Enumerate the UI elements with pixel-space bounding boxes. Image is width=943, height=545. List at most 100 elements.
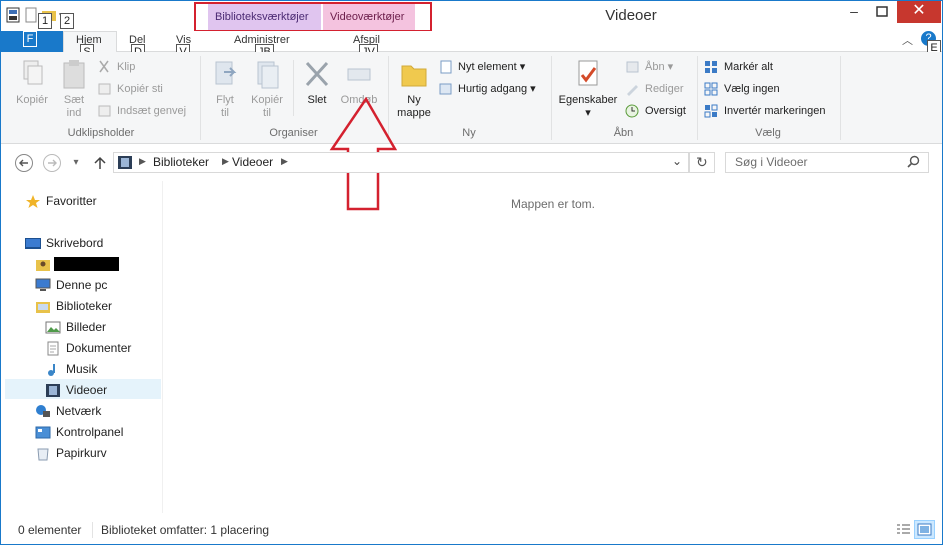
- paste-label-1: Sæt: [63, 94, 85, 106]
- select-none-button[interactable]: Vælg ingen: [704, 80, 780, 98]
- nav-desktop-label: Skrivebord: [46, 236, 104, 250]
- properties-button[interactable]: Egenskaber ▾: [556, 58, 620, 120]
- properties-icon[interactable]: [5, 7, 21, 23]
- nav-favorites[interactable]: Favoritter: [25, 191, 97, 211]
- forward-button[interactable]: [41, 152, 63, 174]
- minimize-button[interactable]: –: [841, 1, 867, 23]
- properties-dropdown-icon: ▾: [585, 107, 591, 119]
- maximize-button[interactable]: [869, 1, 895, 23]
- file-list[interactable]: Mappen er tom.: [164, 181, 942, 513]
- open-group-label: Åbn: [613, 127, 634, 139]
- nav-recycle-bin[interactable]: Papirkurv: [35, 443, 107, 463]
- breadcrumb-videos[interactable]: Videoer: [232, 155, 273, 169]
- new-folder-icon: [399, 58, 429, 90]
- copy-path-button[interactable]: Kopiér sti: [97, 80, 163, 98]
- move-to-button[interactable]: Flyt til: [209, 58, 241, 120]
- large-icons-view-icon[interactable]: [914, 520, 935, 539]
- nav-favorites-label: Favoritter: [46, 194, 97, 208]
- breadcrumb-libraries[interactable]: Biblioteker: [153, 155, 209, 169]
- desktop-icon: [25, 236, 41, 251]
- paste-label-2: ind: [66, 107, 82, 119]
- ribbon-tabs: F Hjem S Del D Vis V Administrer JB Afsp…: [1, 31, 942, 60]
- navigation-pane: Favoritter Skrivebord Denne pc Bibliotek…: [1, 181, 163, 513]
- properties-check-icon: [573, 58, 603, 90]
- explorer-window: ▾ 1 2 Biblioteksværktøjer Videoværktøjer…: [0, 0, 943, 545]
- select-all-button[interactable]: Markér alt: [704, 58, 773, 76]
- nav-recycle-bin-label: Papirkurv: [56, 446, 107, 460]
- nav-videos[interactable]: Videoer: [45, 380, 107, 400]
- cut-button[interactable]: Klip: [97, 58, 135, 76]
- new-item-button[interactable]: Nyt element ▾: [438, 58, 525, 76]
- copy-button[interactable]: Kopiér: [11, 58, 53, 107]
- status-bar: 0 elementer Biblioteket omfatter: 1 plac…: [1, 518, 942, 544]
- properties-label: Egenskaber: [558, 94, 618, 106]
- address-dropdown-icon[interactable]: ⌄: [672, 154, 682, 168]
- copy-icon: [17, 58, 47, 90]
- ribbon: Kopiér Sæt ind Klip Kopiér sti Indsæt ge…: [1, 52, 942, 144]
- libraries-icon: [35, 299, 51, 314]
- nav-this-pc-label: Denne pc: [56, 278, 108, 292]
- refresh-icon: ↻: [696, 154, 708, 170]
- move-to-label-1: Flyt: [216, 94, 234, 106]
- select-group-label: Vælg: [755, 127, 781, 139]
- invert-selection-icon: [704, 104, 719, 118]
- paste-shortcut-button[interactable]: Indsæt genvej: [97, 102, 186, 120]
- copy-to-button[interactable]: Kopiér til: [247, 58, 287, 120]
- computer-icon: [35, 278, 51, 293]
- nav-libraries[interactable]: Biblioteker: [35, 296, 112, 316]
- nav-pictures-label: Billeder: [66, 320, 107, 334]
- videos-library-icon: [118, 155, 132, 173]
- edit-button[interactable]: Rediger: [625, 80, 684, 98]
- library-info: Biblioteket omfatter: 1 placering: [101, 523, 270, 537]
- pictures-icon: [45, 320, 61, 335]
- easy-access-icon: [438, 82, 453, 96]
- paste-button[interactable]: Sæt ind: [57, 58, 91, 120]
- invert-selection-button[interactable]: Invertér markeringen: [704, 102, 826, 120]
- open-icon: [625, 60, 640, 74]
- user-folder-icon: [35, 257, 51, 272]
- close-button[interactable]: ✕: [897, 1, 941, 23]
- nav-documents[interactable]: Dokumenter: [45, 338, 131, 358]
- nav-control-panel[interactable]: Kontrolpanel: [35, 422, 123, 442]
- open-button[interactable]: Åbn ▾: [625, 58, 673, 76]
- select-none-label: Vælg ingen: [724, 83, 780, 95]
- back-button[interactable]: [13, 152, 35, 174]
- details-view-icon[interactable]: [894, 521, 912, 538]
- nav-desktop[interactable]: Skrivebord: [25, 233, 103, 253]
- copy-to-label-2: til: [263, 107, 271, 119]
- copy-to-icon: [252, 58, 282, 90]
- breadcrumb-separator-icon: ▶: [281, 156, 288, 166]
- copy-to-label-1: Kopiér: [251, 94, 283, 106]
- nav-user-folder[interactable]: [35, 254, 119, 274]
- address-bar[interactable]: ▶ Biblioteker ▶ Videoer ▶ ⌄: [113, 152, 689, 173]
- refresh-button[interactable]: ↻: [689, 152, 715, 173]
- nav-music[interactable]: Musik: [45, 359, 97, 379]
- nav-pictures[interactable]: Billeder: [45, 317, 106, 337]
- nav-network-label: Netværk: [56, 404, 102, 418]
- window-title: Videoer: [605, 7, 657, 24]
- title-bar: ▾ 1 2 Biblioteksværktøjer Videoværktøjer…: [1, 1, 942, 32]
- redacted-username: [54, 257, 119, 271]
- recent-locations-chevron-icon[interactable]: ▾: [65, 152, 87, 174]
- move-to-icon: [210, 58, 240, 90]
- clipboard-group-label: Udklipsholder: [67, 127, 135, 139]
- history-icon: [625, 104, 640, 118]
- paste-shortcut-icon: [97, 104, 112, 118]
- nav-network[interactable]: Netværk: [35, 401, 101, 421]
- search-input[interactable]: Søg i Videoer: [725, 152, 929, 173]
- star-icon: [25, 194, 41, 209]
- status-separator: [92, 522, 93, 538]
- new-folder-button[interactable]: Ny mappe: [393, 58, 435, 120]
- new-folder-qat-icon[interactable]: [23, 7, 39, 23]
- history-button[interactable]: Oversigt: [625, 102, 686, 120]
- nav-this-pc[interactable]: Denne pc: [35, 275, 107, 295]
- easy-access-button[interactable]: Hurtig adgang ▾: [438, 80, 536, 98]
- select-all-label: Markér alt: [724, 61, 773, 73]
- documents-icon: [45, 341, 61, 356]
- nav-libraries-label: Biblioteker: [56, 299, 113, 313]
- copy-path-icon: [97, 82, 112, 96]
- collapse-ribbon-icon[interactable]: ︿: [902, 32, 913, 48]
- up-button[interactable]: [89, 152, 111, 174]
- qat-keytip-1: 1: [38, 13, 52, 29]
- file-keytip: F: [23, 31, 37, 47]
